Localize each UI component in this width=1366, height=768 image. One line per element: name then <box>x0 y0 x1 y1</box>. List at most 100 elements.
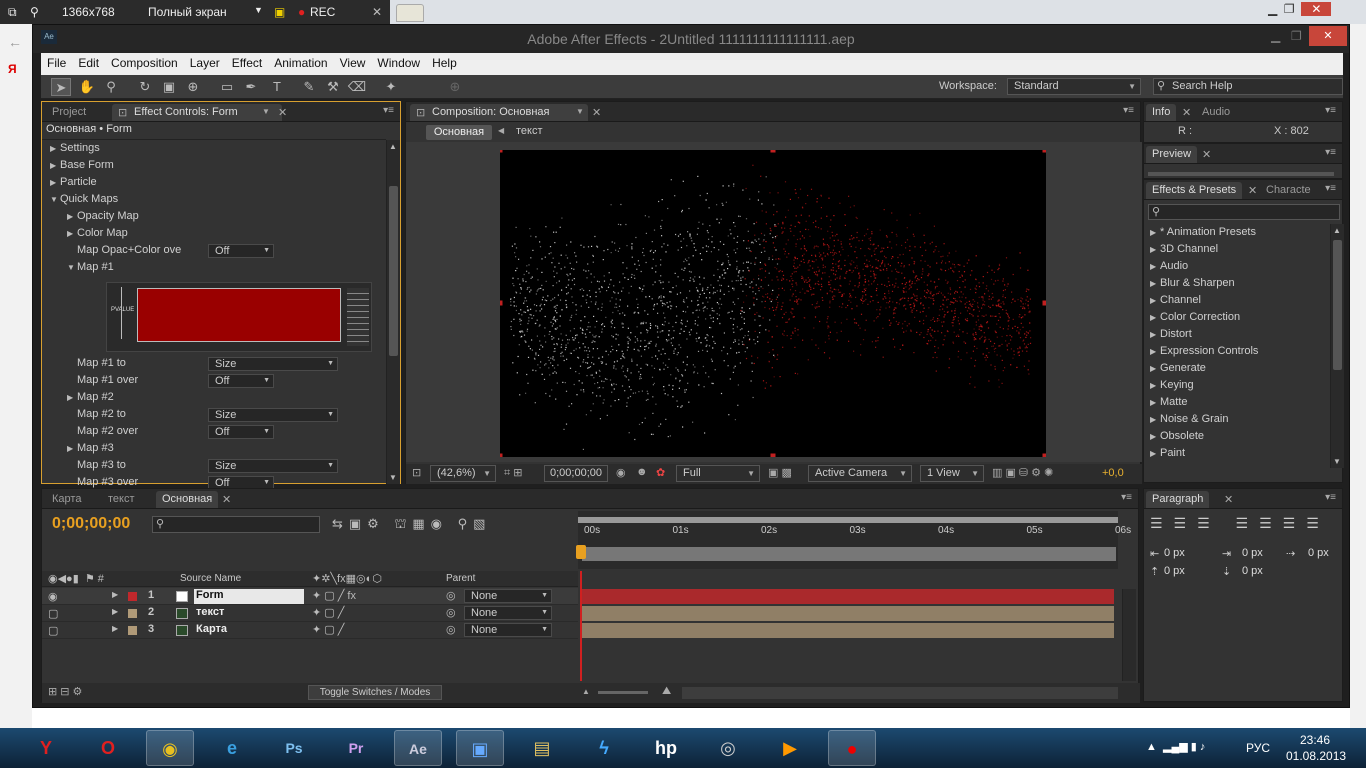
save-icon[interactable]: ▣ <box>456 730 504 766</box>
label-color[interactable] <box>128 626 137 635</box>
zoom-out-icon[interactable]: ▲ <box>582 687 590 696</box>
chrome-icon[interactable]: ◉ <box>146 730 194 766</box>
layer-handle[interactable] <box>1042 150 1047 153</box>
expand-icon[interactable]: ▶ <box>50 157 60 174</box>
disc-icon[interactable]: ◎ <box>704 730 752 766</box>
map-graph[interactable]: PVALUE <box>106 282 372 352</box>
menu-view[interactable]: View <box>334 53 372 70</box>
expand-icon[interactable]: ▶ <box>1150 241 1160 258</box>
fx-category[interactable]: ▶ Channel <box>1150 292 1201 309</box>
expand-icon[interactable]: ▶ <box>1150 343 1160 360</box>
work-area-bar[interactable] <box>578 517 1118 523</box>
layer-name[interactable]: текст <box>194 606 304 621</box>
align-buttons[interactable]: ☰☰☰ ☰☰☰☰ <box>1150 515 1330 532</box>
chevron-down-icon[interactable]: ▼ <box>262 107 270 116</box>
fx-category[interactable]: ▶ * Animation Presets <box>1150 224 1256 241</box>
browser-tab-stub[interactable] <box>396 4 424 22</box>
pickwhip-icon[interactable]: ◎ <box>446 623 456 636</box>
camera-tool-icon[interactable]: ▣ <box>159 78 179 96</box>
fx-category[interactable]: ▶ Obsolete <box>1150 428 1204 445</box>
layer-handle[interactable] <box>500 150 503 153</box>
expand-icon[interactable]: ▶ <box>1150 445 1160 462</box>
expand-icon[interactable]: ▶ <box>67 389 77 406</box>
tab-audio[interactable]: Audio <box>1196 104 1236 121</box>
effect-row[interactable]: Map #3 to <box>67 457 126 474</box>
panel-menu-icon[interactable]: ▾≡ <box>1121 492 1132 503</box>
views-dropdown[interactable]: 1 View <box>920 465 984 482</box>
close-window-button[interactable]: ✕ <box>1309 26 1347 46</box>
clone-stamp-icon[interactable]: ⚒ <box>323 78 343 96</box>
menu-help[interactable]: Help <box>426 53 463 70</box>
tab-paragraph[interactable]: Paragraph <box>1146 491 1210 508</box>
expand-icon[interactable]: ▶ <box>50 140 60 157</box>
space-after-value[interactable]: 0 px <box>1242 565 1263 577</box>
menu-effect[interactable]: Effect <box>226 53 268 70</box>
effect-row[interactable]: Map #1 over <box>67 372 138 389</box>
fx-category[interactable]: ▶ Distort <box>1150 326 1192 343</box>
expand-icon[interactable]: ▶ <box>1150 377 1160 394</box>
rotate-tool-icon[interactable]: ↻ <box>135 78 155 96</box>
indent-left-value[interactable]: 0 px <box>1164 547 1185 559</box>
expand-icon[interactable]: ▶ <box>67 208 77 225</box>
camera-dropdown[interactable]: Active Camera <box>808 465 912 482</box>
pen-tool-icon[interactable]: ✒ <box>241 78 261 96</box>
expand-icon[interactable]: ▼ <box>50 191 60 208</box>
rec-label[interactable]: REC <box>310 5 335 19</box>
toggle-switches-button[interactable]: Toggle Switches / Modes <box>308 685 442 700</box>
tab-tekst[interactable]: текст <box>102 491 141 508</box>
fx-search-input[interactable] <box>1148 204 1340 220</box>
eye-icon[interactable]: ◉ <box>48 590 58 603</box>
menu-edit[interactable]: Edit <box>72 53 105 70</box>
fullscreen-icon[interactable]: ⧉ <box>8 5 17 20</box>
panel-menu-icon[interactable]: ▾≡ <box>383 105 394 116</box>
parent-dropdown[interactable]: None <box>464 623 552 637</box>
fx-category[interactable]: ▶ Keying <box>1150 377 1194 394</box>
effect-row[interactable]: Map #2 over <box>67 423 138 440</box>
minimize-icon[interactable]: ▁ <box>1271 29 1280 43</box>
effect-row[interactable]: ▼ Quick Maps <box>50 191 118 208</box>
close-tab-icon[interactable]: ✕ <box>1224 493 1233 506</box>
fx-category[interactable]: ▶ Generate <box>1150 360 1206 377</box>
premiere-icon[interactable]: Pr <box>332 730 380 766</box>
expand-icon[interactable]: ▶ <box>1150 411 1160 428</box>
expand-icon[interactable]: ▶ <box>112 607 118 616</box>
h-scrollbar[interactable] <box>682 687 1118 699</box>
effect-row[interactable]: ▶ Opacity Map <box>67 208 139 225</box>
yandex-browser-icon[interactable]: Y <box>22 730 70 766</box>
region-icon[interactable]: ⌗ ⊞ <box>504 466 522 480</box>
language-indicator[interactable]: РУС <box>1246 741 1270 755</box>
tab-effects-presets[interactable]: Effects & Presets <box>1146 182 1243 199</box>
tab-info[interactable]: Info <box>1146 104 1177 121</box>
expand-icon[interactable]: ▶ <box>1150 360 1160 377</box>
channel-icon[interactable]: ✿ <box>656 466 665 479</box>
roi-icon[interactable]: ▣ ▩ <box>768 466 792 479</box>
zoom-in-icon[interactable]: ⛰ <box>662 685 671 698</box>
expand-icon[interactable]: ▶ <box>1150 394 1160 411</box>
expand-icon[interactable]: ▶ <box>1150 292 1160 309</box>
effect-row[interactable]: ▶ Settings <box>50 140 100 157</box>
snapshot-icon[interactable]: ◉ <box>616 466 626 479</box>
chevron-down-icon[interactable]: ▼ <box>576 107 584 116</box>
effect-value-dropdown[interactable]: Off <box>208 244 274 258</box>
camera-icon[interactable]: ▣ <box>274 5 285 19</box>
expand-icon[interactable]: ▶ <box>1150 428 1160 445</box>
effect-value-dropdown[interactable]: Size <box>208 408 338 422</box>
lock-icon[interactable]: ⊡ <box>118 106 127 119</box>
tray-icons[interactable]: ▲ ▂▄▆ ▮ ♪ <box>1146 740 1205 753</box>
resolution-dropdown[interactable]: Full <box>676 465 760 482</box>
layer-handle[interactable] <box>770 453 776 458</box>
expand-icon[interactable]: ▶ <box>1150 275 1160 292</box>
photoshop-icon[interactable]: Ps <box>270 730 318 766</box>
layer-name[interactable]: Form <box>194 589 304 604</box>
pickwhip-icon[interactable]: ◎ <box>446 589 456 602</box>
effect-row[interactable]: ▶ Base Form <box>50 157 114 174</box>
timeline-switches-icon[interactable]: ⇆▣⚙ ⛫▦◉ ⚲▧ <box>332 516 491 534</box>
timeline-scrollbar[interactable] <box>1122 589 1136 681</box>
clock-time[interactable]: 23:46 <box>1300 733 1330 747</box>
mode-dropdown[interactable]: Полный экран <box>148 5 227 19</box>
window-controls[interactable]: ▁ ❐ ✕ <box>1268 2 1332 16</box>
panel-menu-icon[interactable]: ▾≡ <box>1325 105 1336 116</box>
brush-tool-icon[interactable]: ✎ <box>299 78 319 96</box>
effect-scrollbar[interactable]: ▲ ▼ <box>386 140 400 484</box>
tab-osnovnaya[interactable]: Основная <box>156 491 219 508</box>
